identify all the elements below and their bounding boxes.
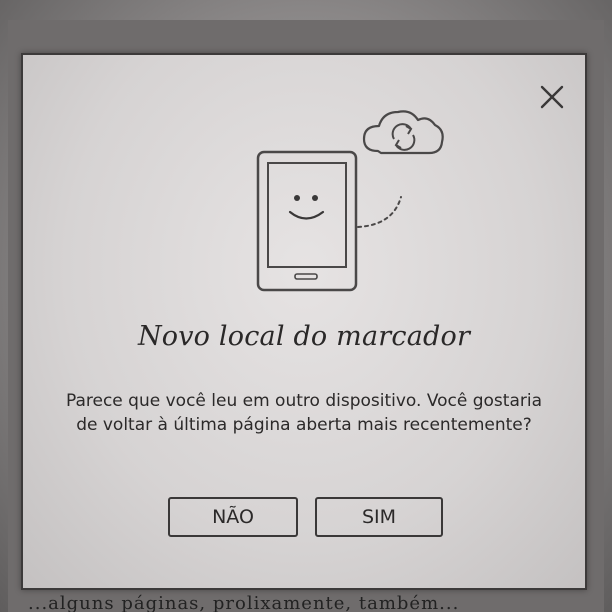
- yes-button[interactable]: SIM: [315, 497, 443, 537]
- background-page-text: ...alguns páginas, prolixamente, também.…: [28, 593, 460, 612]
- ereader-device-icon: [256, 150, 358, 292]
- dialog-message: Parece que você leu em outro dispositivo…: [65, 391, 543, 435]
- sync-illustration: [253, 95, 453, 300]
- close-button[interactable]: [536, 81, 568, 113]
- sync-dotted-line: [357, 196, 402, 228]
- dialog-title: Novo local do marcador: [137, 321, 471, 352]
- bookmark-location-dialog: Novo local do marcador Parece que você l…: [21, 53, 587, 590]
- no-button[interactable]: NÃO: [168, 497, 298, 537]
- cloud-sync-icon: [362, 110, 444, 155]
- close-icon: [540, 85, 564, 109]
